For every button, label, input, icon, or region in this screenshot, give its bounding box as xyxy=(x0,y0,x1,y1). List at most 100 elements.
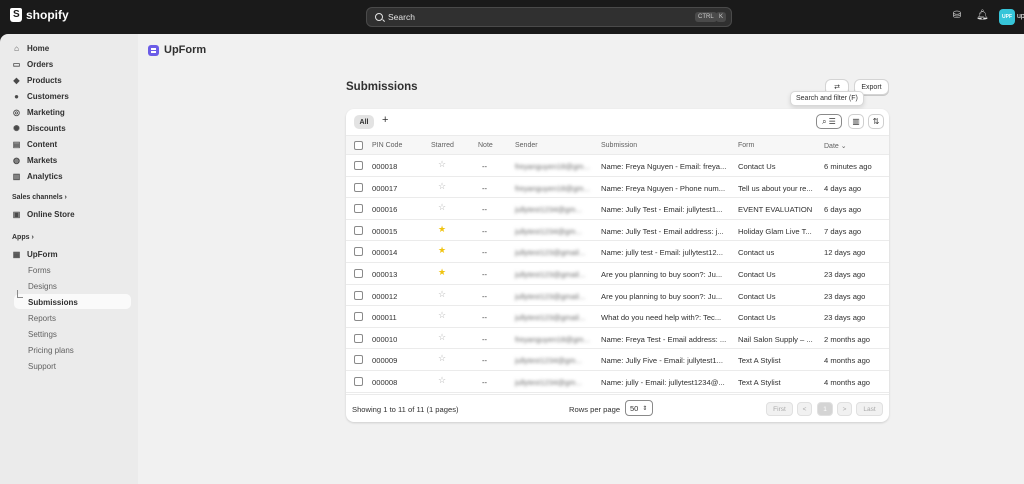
sidebar-item-upform[interactable]: ▦ UpForm xyxy=(12,248,58,260)
table-row[interactable]: 000016 ☆ -- jullytest1234@gm... Name: Jully … xyxy=(346,198,889,220)
add-view-button[interactable]: + xyxy=(382,114,388,126)
table-row[interactable]: 000008 ☆ -- jullytest1234@gm... Name: jully … xyxy=(346,371,889,393)
row-checkbox[interactable] xyxy=(354,247,363,257)
star-icon[interactable]: ★ xyxy=(438,224,446,235)
row-checkbox[interactable] xyxy=(354,312,363,322)
avatar[interactable]: UPF xyxy=(999,9,1015,25)
submission[interactable]: Name: jully - Email: jullytest1234@... xyxy=(601,378,733,387)
store-icon[interactable]: ⛁ xyxy=(952,11,962,21)
sort-button[interactable]: ⇅ xyxy=(868,114,884,129)
sidebar-item-marketing[interactable]: ◎ Marketing xyxy=(12,106,65,118)
last-page-button[interactable]: Last xyxy=(856,402,883,416)
row-checkbox[interactable] xyxy=(354,355,363,365)
bell-icon[interactable]: 🔔︎ xyxy=(976,11,989,21)
star-icon[interactable]: ★ xyxy=(438,267,446,278)
note: -- xyxy=(482,270,488,279)
row-checkbox[interactable] xyxy=(354,225,363,235)
table-row[interactable]: 000018 ☆ -- freyanguyen18@gm... Name: Freya … xyxy=(346,155,889,177)
sidebar-sub-pricing-plans[interactable]: Pricing plans xyxy=(28,346,74,355)
submission[interactable]: Name: Freya Test - Email address: ... xyxy=(601,335,733,344)
sidebar-item-content[interactable]: ▤ Content xyxy=(12,138,58,150)
columns-button[interactable]: ▥ xyxy=(848,114,864,129)
avatar-name[interactable]: up xyxy=(1017,13,1024,20)
header-date[interactable]: Date ⌄ xyxy=(824,142,847,150)
next-page-button[interactable]: > xyxy=(837,402,852,416)
sidebar-sub-support[interactable]: Support xyxy=(28,362,56,371)
header-note[interactable]: Note xyxy=(478,142,493,149)
apps-heading[interactable]: Apps › xyxy=(12,234,34,241)
header-pin-code[interactable]: PIN Code xyxy=(372,142,402,149)
sidebar-sub-submissions[interactable]: Submissions xyxy=(28,298,78,307)
table-row[interactable]: 000012 ☆ -- jullytest123@gmail... Are you pl… xyxy=(346,285,889,307)
table-row[interactable]: 000017 ☆ -- freyanguyen18@gm... Name: Freya … xyxy=(346,177,889,199)
submission[interactable]: Name: jully test - Email: jullytest12... xyxy=(601,248,733,257)
date: 23 days ago xyxy=(824,313,866,323)
star-icon[interactable]: ☆ xyxy=(438,181,446,192)
app-header: UpForm xyxy=(148,44,206,56)
shopify-logo[interactable]: shopify xyxy=(10,8,69,22)
star-icon[interactable]: ☆ xyxy=(438,353,446,364)
star-icon[interactable]: ☆ xyxy=(438,310,446,321)
table-row[interactable]: 000013 ★ -- jullytest123@gmail... Are you pl… xyxy=(346,263,889,285)
submission[interactable]: Name: Jully Test - Email address: j... xyxy=(601,227,733,236)
global-search-input[interactable]: Search CTRL K xyxy=(366,7,732,27)
tab-all[interactable]: All xyxy=(354,115,374,129)
sidebar-sub-settings[interactable]: Settings xyxy=(28,330,57,339)
submission[interactable]: Name: Freya Nguyen - Email: freya... xyxy=(601,162,733,171)
star-icon[interactable]: ☆ xyxy=(438,375,446,386)
sidebar-sub-reports[interactable]: Reports xyxy=(28,314,56,323)
search-filter-button[interactable]: ⌕ ☰ xyxy=(816,114,842,129)
sidebar-item-markets[interactable]: ◍ Markets xyxy=(12,154,57,166)
note: -- xyxy=(482,313,488,323)
row-checkbox[interactable] xyxy=(354,290,363,300)
sidebar-item-label: Online Store xyxy=(27,209,75,219)
form-name: Tell us about your re... xyxy=(738,183,813,193)
rows-per-page-select[interactable]: 50 ⇕ xyxy=(625,400,653,416)
row-checkbox[interactable] xyxy=(354,269,363,278)
star-icon[interactable]: ☆ xyxy=(438,159,446,170)
submission[interactable]: Are you planning to buy soon?: Ju... xyxy=(601,270,733,279)
submission[interactable]: Are you planning to buy soon?: Ju... xyxy=(601,292,733,301)
star-icon[interactable]: ☆ xyxy=(438,289,446,300)
first-page-button[interactable]: First xyxy=(766,402,793,416)
select-all-checkbox[interactable] xyxy=(354,141,363,150)
sidebar-sub-designs[interactable]: Designs xyxy=(28,282,57,291)
table-row[interactable]: 000011 ☆ -- jullytest123@gmail... What do yo… xyxy=(346,306,889,328)
row-checkbox[interactable] xyxy=(354,204,363,214)
star-icon[interactable]: ☆ xyxy=(438,332,446,343)
tag-icon: ◆ xyxy=(13,75,20,85)
table-row[interactable]: 000010 ☆ -- freyanguyen18@gm... Name: Freya … xyxy=(346,328,889,350)
date: 23 days ago xyxy=(824,291,866,301)
star-icon[interactable]: ★ xyxy=(438,245,446,256)
submission[interactable]: What do you need help with?: Tec... xyxy=(601,313,733,322)
row-checkbox[interactable] xyxy=(354,333,363,343)
sidebar-item-discounts[interactable]: ✺ Discounts xyxy=(12,122,66,134)
submission[interactable]: Name: Jully Test - Email: jullytest1... xyxy=(601,205,733,214)
sender: jullytest1234@gm... xyxy=(515,226,582,236)
sidebar-item-products[interactable]: ◆ Products xyxy=(12,74,61,86)
row-checkbox[interactable] xyxy=(354,182,363,192)
table-row[interactable]: 000009 ☆ -- jullytest1234@gm... Name: Jully … xyxy=(346,349,889,371)
header-submission[interactable]: Submission xyxy=(601,142,637,149)
current-page-button[interactable]: 1 xyxy=(817,402,833,416)
header-starred[interactable]: Starred xyxy=(431,142,454,149)
row-checkbox[interactable] xyxy=(354,161,363,170)
note: -- xyxy=(482,183,488,193)
table-row[interactable]: 000014 ★ -- jullytest123@gmail... Name: jull… xyxy=(346,241,889,263)
star-icon[interactable]: ☆ xyxy=(438,202,446,213)
sidebar-item-home[interactable]: ⌂ Home xyxy=(12,42,49,54)
submission[interactable]: Name: Jully Five - Email: jullytest1... xyxy=(601,356,733,365)
sidebar-sub-forms[interactable]: Forms xyxy=(28,266,51,275)
sidebar-item-online-store[interactable]: ▣ Online Store xyxy=(12,208,75,220)
row-checkbox[interactable] xyxy=(354,377,363,386)
sidebar-item-orders[interactable]: ▭ Orders xyxy=(12,58,54,70)
sidebar-item-customers[interactable]: ● Customers xyxy=(12,90,69,102)
table-row[interactable]: 000015 ★ -- jullytest1234@gm... Name: Jully … xyxy=(346,220,889,242)
header-sender[interactable]: Sender xyxy=(515,142,538,149)
submission[interactable]: Name: Freya Nguyen - Phone num... xyxy=(601,184,733,193)
header-form[interactable]: Form xyxy=(738,142,754,149)
sidebar-item-analytics[interactable]: ▥ Analytics xyxy=(12,170,63,182)
sales-channels-heading[interactable]: Sales channels › xyxy=(12,194,67,201)
sender: freyanguyen18@gm... xyxy=(515,183,590,193)
prev-page-button[interactable]: < xyxy=(797,402,812,416)
